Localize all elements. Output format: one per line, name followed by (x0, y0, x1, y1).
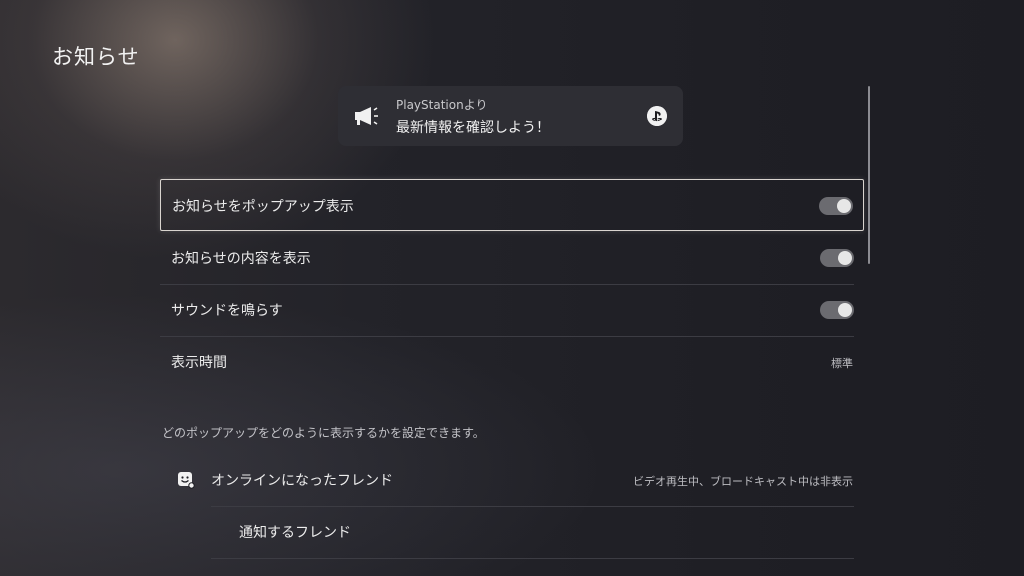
online-friends-row[interactable]: オンラインになったフレンド ビデオ再生中、ブロードキャスト中は非表示 (160, 454, 864, 506)
megaphone-icon (355, 107, 378, 125)
online-friends-label: オンラインになったフレンド (211, 473, 393, 489)
scrollbar[interactable] (868, 86, 870, 264)
playstation-logo-icon (647, 106, 667, 126)
show-content-toggle[interactable] (820, 249, 854, 267)
toggle-knob (838, 251, 852, 265)
toggle-knob (837, 199, 851, 213)
toggle-knob (838, 303, 852, 317)
show-content-label: お知らせの内容を表示 (171, 251, 311, 267)
display-time-row[interactable]: 表示時間 標準 (160, 336, 864, 388)
play-sound-label: サウンドを鳴らす (171, 303, 283, 319)
play-sound-toggle[interactable] (820, 301, 854, 319)
preview-message: 最新情報を確認しよう！ (396, 120, 550, 136)
preview-sender: PlayStationより (396, 98, 488, 112)
page-title: お知らせ (52, 45, 140, 69)
show-content-row[interactable]: お知らせの内容を表示 (160, 232, 864, 284)
notify-friends-row[interactable]: 通知するフレンド (160, 506, 864, 558)
online-friends-value: ビデオ再生中、ブロードキャスト中は非表示 (633, 475, 853, 488)
popup-display-toggle[interactable] (819, 197, 853, 215)
display-time-label: 表示時間 (171, 355, 227, 371)
popup-display-label: お知らせをポップアップ表示 (172, 199, 354, 215)
popup-display-row[interactable]: お知らせをポップアップ表示 (160, 179, 864, 231)
section-hint: どのポップアップをどのように表示するかを設定できます。 (162, 426, 485, 440)
notification-preview: PlayStationより 最新情報を確認しよう！ (338, 86, 683, 146)
friend-icon (178, 472, 195, 489)
divider (211, 558, 854, 559)
play-sound-row[interactable]: サウンドを鳴らす (160, 284, 864, 336)
display-time-value: 標準 (831, 357, 853, 370)
notify-friends-label: 通知するフレンド (239, 525, 351, 541)
